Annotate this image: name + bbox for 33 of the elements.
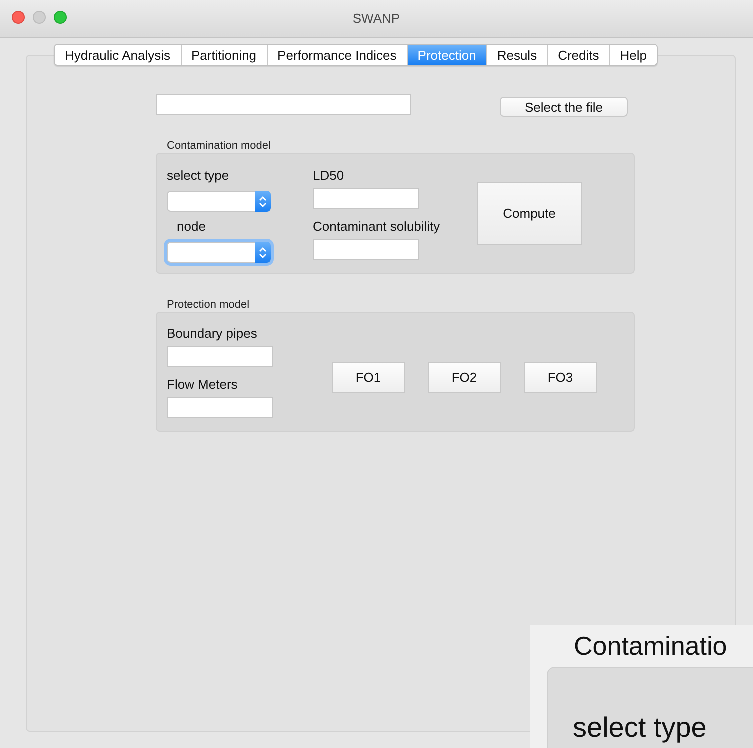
tab[interactable]: Resuls (487, 45, 548, 65)
fo-button[interactable]: FO1 (332, 362, 405, 393)
tab[interactable]: Performance Indices (268, 45, 408, 65)
group-title: Protection model (167, 299, 250, 311)
inset-label: select type (573, 712, 707, 744)
zoom-icon[interactable] (54, 11, 67, 24)
field-label: LD50 (313, 168, 344, 184)
group-title: Contamination model (167, 140, 271, 152)
window-title: SWANP (352, 11, 400, 26)
file-path-field[interactable] (156, 94, 411, 115)
chevron-icon (255, 191, 271, 212)
field-label: node (177, 219, 206, 235)
type-dropdown[interactable] (167, 191, 271, 212)
tab[interactable]: Credits (548, 45, 610, 65)
boundary-pipes-field[interactable] (167, 346, 273, 367)
solubility-field[interactable] (313, 239, 419, 260)
close-icon[interactable] (12, 11, 25, 24)
fo-button[interactable]: FO2 (428, 362, 501, 393)
field-label: Contaminant solubility (313, 219, 440, 235)
chevron-icon (255, 242, 271, 263)
minimize-icon[interactable] (33, 11, 46, 24)
field-label: Flow Meters (167, 377, 238, 393)
field-label: select type (167, 168, 230, 184)
flow-meters-field[interactable] (167, 397, 273, 418)
ld50-field[interactable] (313, 188, 419, 209)
tab[interactable]: Hydraulic Analysis (55, 45, 182, 65)
field-label: Boundary pipes (167, 326, 258, 342)
node-dropdown[interactable] (167, 242, 271, 263)
tab[interactable]: Help (610, 45, 658, 65)
fo-button[interactable]: FO3 (524, 362, 597, 393)
select-file-button[interactable]: Select the file (500, 97, 628, 117)
tab[interactable]: Partitioning (182, 45, 268, 65)
compute-button[interactable]: Compute (477, 182, 582, 245)
